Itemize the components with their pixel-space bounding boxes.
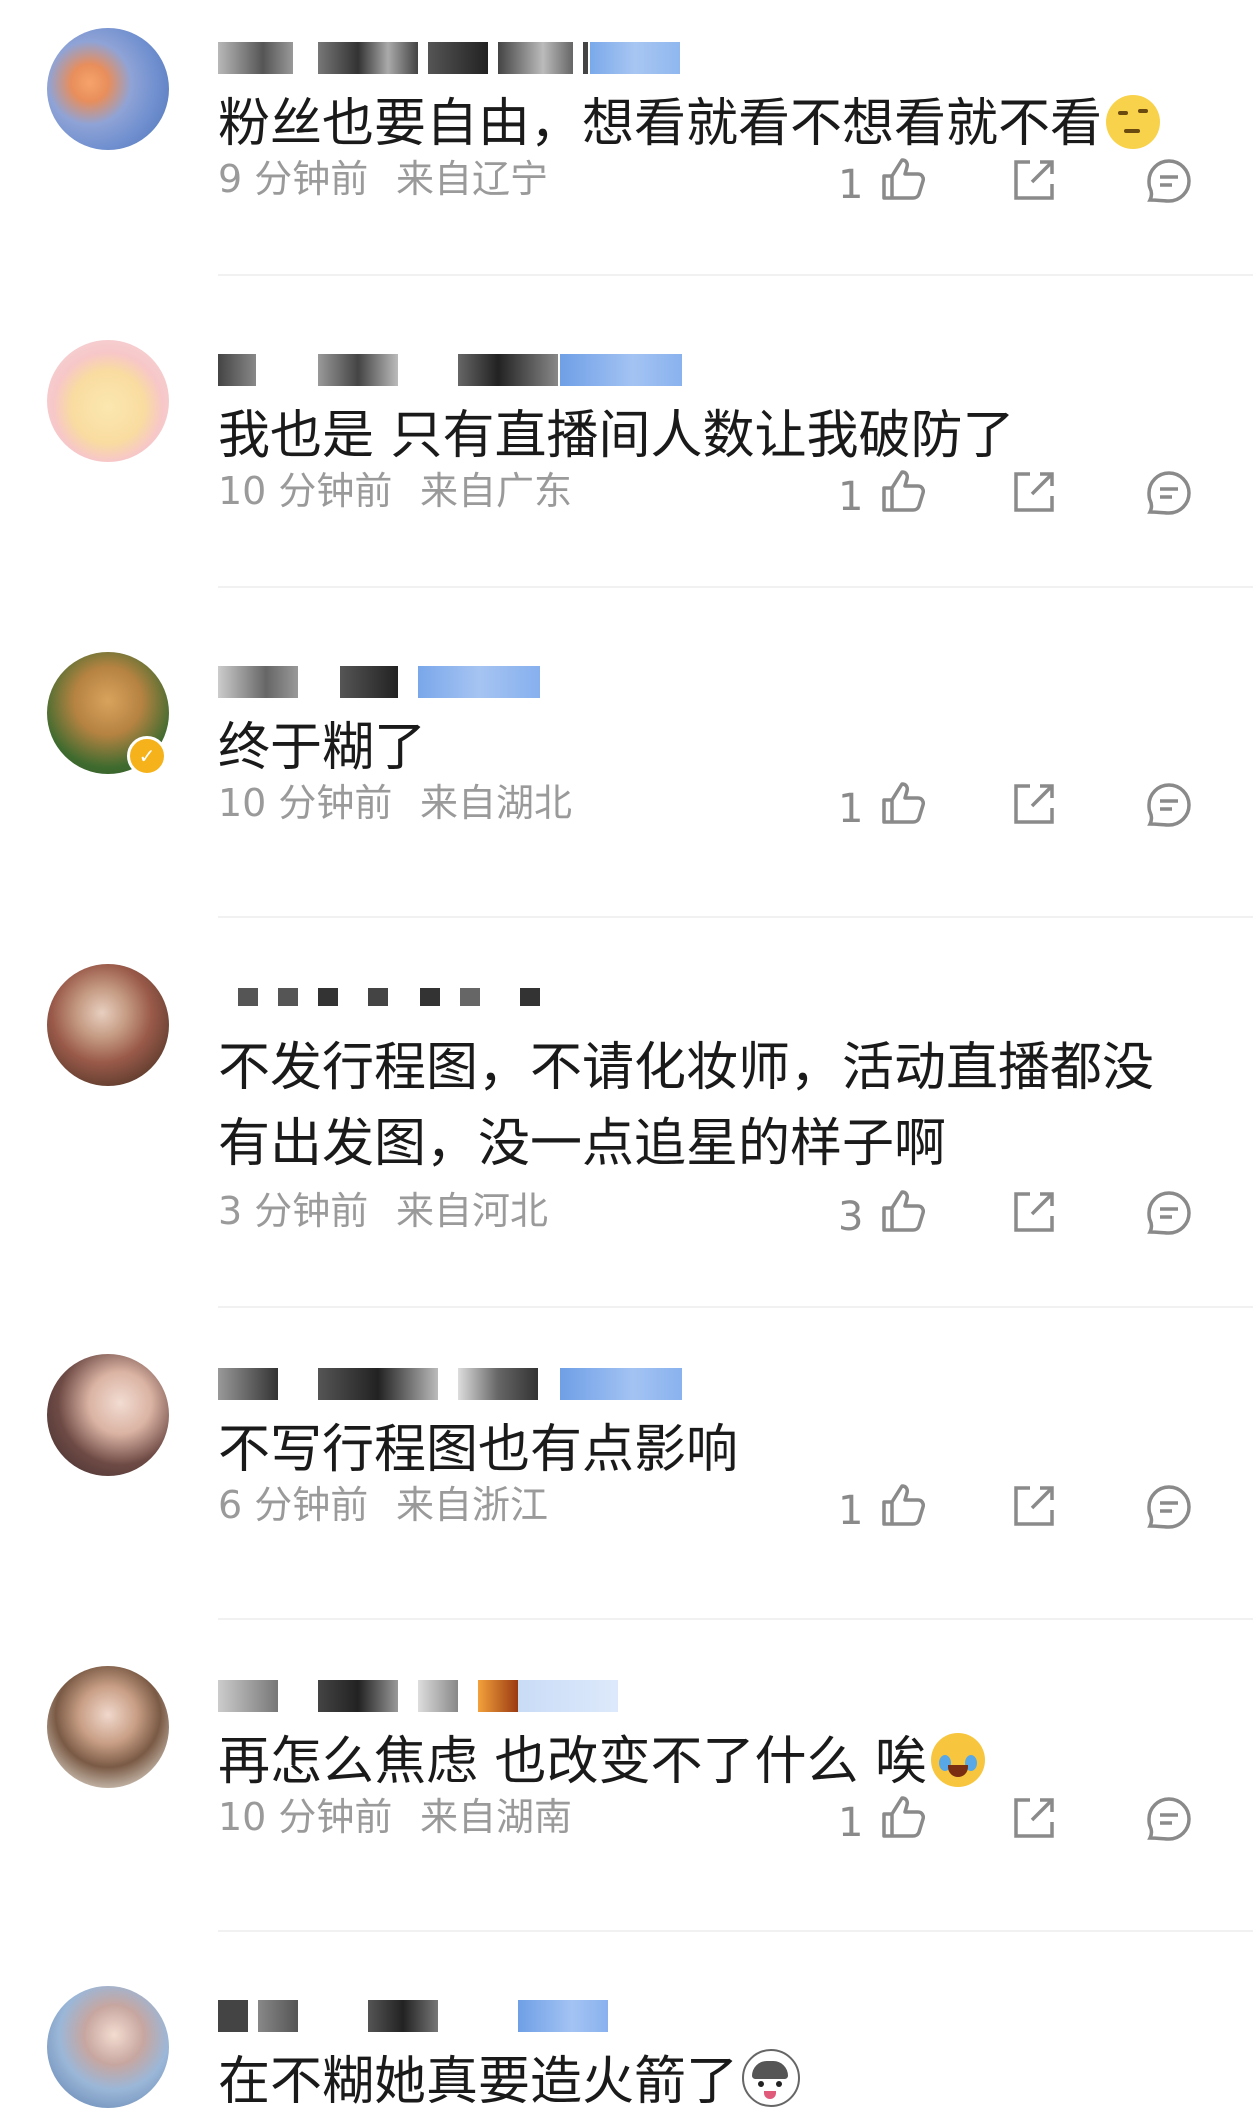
comment-text: 我也是 只有直播间人数让我破防了 bbox=[218, 406, 1015, 466]
username-blurred[interactable] bbox=[218, 658, 1018, 702]
comment-text: 不发行程图，不请化妆师，活动直播都没 有出发图，没一点追星的样子啊 bbox=[218, 1038, 1155, 1174]
comment-text: 不写行程图也有点影响 bbox=[218, 1420, 739, 1480]
comment-meta: 10 分钟前 来自湖北 1 bbox=[218, 778, 1218, 832]
share-icon[interactable] bbox=[1010, 1794, 1058, 1842]
username-blurred[interactable] bbox=[218, 346, 1018, 390]
comment-meta: 10 分钟前 来自湖南 1 bbox=[218, 1792, 1218, 1846]
thumbs-up-icon[interactable] bbox=[878, 466, 928, 516]
comment-icon[interactable] bbox=[1144, 468, 1194, 518]
comment-time: 9 分钟前 bbox=[218, 157, 369, 201]
comment-time: 6 分钟前 bbox=[218, 1483, 369, 1527]
divider bbox=[218, 1930, 1253, 1932]
comment-location: 来自辽宁 bbox=[396, 157, 549, 201]
comment-location: 来自湖北 bbox=[420, 781, 573, 825]
husky-face-icon bbox=[742, 2049, 801, 2107]
comment-icon[interactable] bbox=[1144, 1794, 1194, 1844]
comment-location: 来自河北 bbox=[396, 1189, 549, 1233]
comment-text: 粉丝也要自由，想看就看不想看就不看 bbox=[218, 86, 1218, 162]
thumbs-up-icon[interactable] bbox=[878, 778, 928, 828]
comment-icon[interactable] bbox=[1144, 1188, 1194, 1238]
username-blurred[interactable] bbox=[218, 1360, 1018, 1404]
comment-icon[interactable] bbox=[1144, 780, 1194, 830]
comment-meta: 9 分钟前 来自辽宁 1 bbox=[218, 154, 1218, 208]
share-icon[interactable] bbox=[1010, 1482, 1058, 1530]
comment-meta: 3 分钟前 来自河北 3 bbox=[218, 1186, 1218, 1240]
divider bbox=[218, 586, 1253, 588]
share-icon[interactable] bbox=[1010, 468, 1058, 516]
comment-item: 不写行程图也有点影响 6 分钟前 来自浙江 1 bbox=[0, 1354, 1253, 1620]
like-count: 1 bbox=[838, 162, 864, 208]
comment-meta: 10 分钟前 来自广东 1 bbox=[218, 466, 1218, 520]
comment-item: 在不糊她真要造火箭了 bbox=[0, 1986, 1253, 2114]
username-blurred[interactable] bbox=[218, 34, 1018, 78]
comment-item: 粉丝也要自由，想看就看不想看就不看 9 分钟前 来自辽宁 1 bbox=[0, 28, 1253, 278]
share-icon[interactable] bbox=[1010, 156, 1058, 204]
avatar[interactable] bbox=[47, 964, 169, 1086]
like-count: 1 bbox=[838, 474, 864, 520]
comment-location: 来自广东 bbox=[420, 469, 573, 513]
comment-location: 来自浙江 bbox=[396, 1483, 549, 1527]
thumbs-up-icon[interactable] bbox=[878, 1186, 928, 1236]
divider bbox=[218, 1618, 1253, 1620]
username-blurred[interactable] bbox=[218, 970, 1018, 1014]
avatar[interactable] bbox=[47, 1986, 169, 2108]
username-blurred[interactable] bbox=[218, 1992, 1018, 2036]
avatar[interactable] bbox=[47, 1666, 169, 1788]
avatar[interactable] bbox=[47, 28, 169, 150]
share-icon[interactable] bbox=[1010, 1188, 1058, 1236]
divider bbox=[218, 274, 1253, 276]
divider bbox=[218, 916, 1253, 918]
divider bbox=[218, 1306, 1253, 1308]
thinking-face-icon bbox=[1106, 95, 1161, 149]
comment-item: 我也是 只有直播间人数让我破防了 10 分钟前 来自广东 1 bbox=[0, 340, 1253, 590]
comment-meta: 6 分钟前 来自浙江 1 bbox=[218, 1480, 1218, 1534]
comment-location: 来自湖南 bbox=[420, 1795, 573, 1839]
thumbs-up-icon[interactable] bbox=[878, 1480, 928, 1530]
laughing-crying-face-icon bbox=[931, 1733, 986, 1787]
avatar[interactable] bbox=[47, 340, 169, 462]
comment-text: 再怎么焦虑 也改变不了什么 唉 bbox=[218, 1724, 1218, 1800]
comment-time: 10 分钟前 bbox=[218, 1795, 393, 1839]
comment-item: 再怎么焦虑 也改变不了什么 唉 10 分钟前 来自湖南 1 bbox=[0, 1666, 1253, 1932]
comment-icon[interactable] bbox=[1144, 1482, 1194, 1532]
avatar[interactable] bbox=[47, 1354, 169, 1476]
comment-text: 在不糊她真要造火箭了 bbox=[218, 2044, 1218, 2114]
comment-time: 3 分钟前 bbox=[218, 1189, 369, 1233]
comment-text: 终于糊了 bbox=[218, 718, 427, 778]
like-count: 1 bbox=[838, 1488, 864, 1534]
comment-time: 10 分钟前 bbox=[218, 469, 393, 513]
like-count: 1 bbox=[838, 786, 864, 832]
share-icon[interactable] bbox=[1010, 780, 1058, 828]
thumbs-up-icon[interactable] bbox=[878, 154, 928, 204]
thumbs-up-icon[interactable] bbox=[878, 1792, 928, 1842]
comment-item: ✓ 终于糊了 10 分钟前 来自湖北 1 bbox=[0, 652, 1253, 918]
comment-time: 10 分钟前 bbox=[218, 781, 393, 825]
comment-icon[interactable] bbox=[1144, 156, 1194, 206]
like-count: 3 bbox=[838, 1194, 864, 1240]
like-count: 1 bbox=[838, 1800, 864, 1846]
username-blurred[interactable] bbox=[218, 1672, 1018, 1716]
comment-feed: 粉丝也要自由，想看就看不想看就不看 9 分钟前 来自辽宁 1 我也是 只有直播间… bbox=[0, 0, 1253, 2114]
comment-item: 不发行程图，不请化妆师，活动直播都没 有出发图，没一点追星的样子啊 3 分钟前 … bbox=[0, 964, 1253, 1308]
verified-badge-icon: ✓ bbox=[127, 736, 167, 776]
